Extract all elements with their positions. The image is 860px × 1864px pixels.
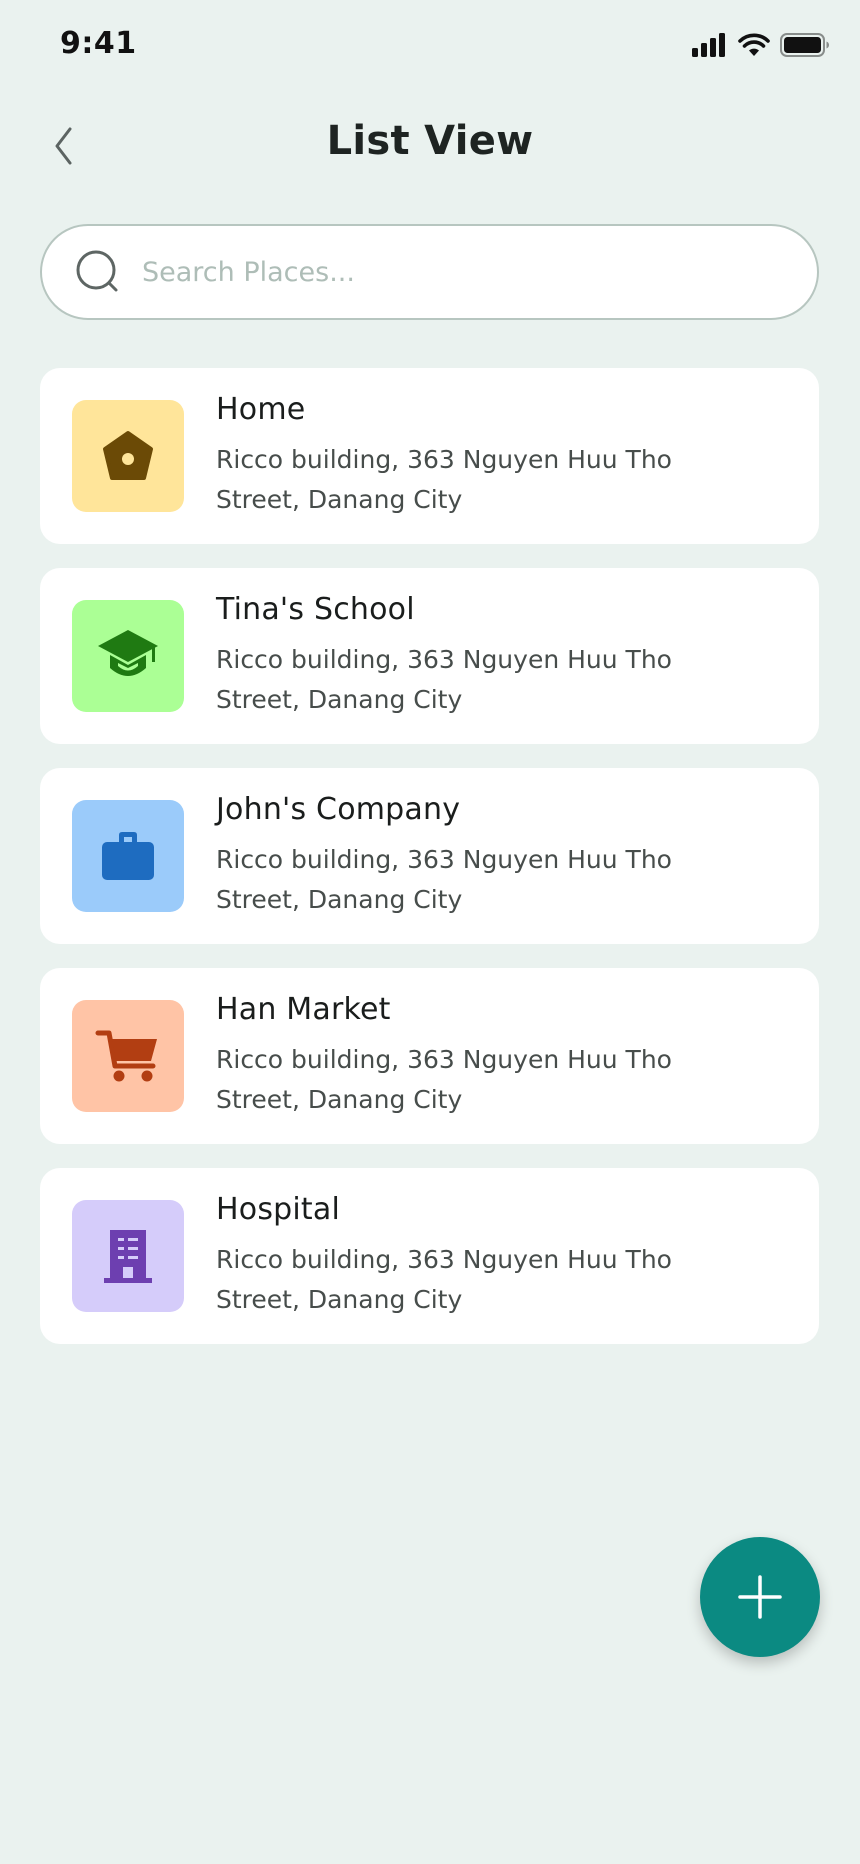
place-address: Ricco building, 363 Nguyen Huu Tho Stree… bbox=[216, 845, 672, 914]
add-place-button[interactable] bbox=[700, 1537, 820, 1657]
home-icon bbox=[103, 431, 153, 480]
place-icon-tile bbox=[72, 1000, 184, 1112]
search-bar[interactable] bbox=[40, 224, 819, 320]
place-name: Tina's School bbox=[216, 592, 415, 627]
place-icon-tile bbox=[72, 1200, 184, 1312]
shopping-cart-icon bbox=[95, 1030, 157, 1082]
place-card-hospital[interactable]: Hospital Ricco building, 363 Nguyen Huu … bbox=[40, 1168, 819, 1344]
status-icons bbox=[692, 32, 830, 58]
place-card-han-market[interactable]: Han Market Ricco building, 363 Nguyen Hu… bbox=[40, 968, 819, 1144]
place-list: Home Ricco building, 363 Nguyen Huu Tho … bbox=[40, 368, 819, 1344]
place-card-tinas-school[interactable]: Tina's School Ricco building, 363 Nguyen… bbox=[40, 568, 819, 744]
place-card-johns-company[interactable]: John's Company Ricco building, 363 Nguye… bbox=[40, 768, 819, 944]
search-icon bbox=[76, 250, 118, 292]
header: List View bbox=[0, 110, 860, 182]
graduation-cap-icon bbox=[98, 630, 158, 676]
wifi-icon bbox=[738, 33, 770, 56]
hospital-building-icon bbox=[104, 1230, 152, 1283]
plus-icon bbox=[738, 1575, 782, 1619]
place-address: Ricco building, 363 Nguyen Huu Tho Stree… bbox=[216, 445, 672, 514]
status-time: 9:41 bbox=[60, 26, 137, 61]
place-name: Home bbox=[216, 392, 306, 427]
place-name: Hospital bbox=[216, 1192, 341, 1227]
page-title: List View bbox=[326, 118, 534, 164]
briefcase-icon bbox=[102, 832, 154, 880]
place-icon-tile bbox=[72, 600, 184, 712]
place-address: Ricco building, 363 Nguyen Huu Tho Stree… bbox=[216, 645, 672, 714]
place-icon-tile bbox=[72, 800, 184, 912]
place-name: Han Market bbox=[216, 992, 391, 1027]
battery-icon bbox=[780, 33, 829, 57]
place-card-home[interactable]: Home Ricco building, 363 Nguyen Huu Tho … bbox=[40, 368, 819, 544]
place-address: Ricco building, 363 Nguyen Huu Tho Stree… bbox=[216, 1245, 672, 1314]
place-address: Ricco building, 363 Nguyen Huu Tho Stree… bbox=[216, 1045, 672, 1114]
cellular-signal-icon bbox=[692, 33, 725, 57]
search-input[interactable] bbox=[142, 242, 782, 302]
place-name: John's Company bbox=[216, 792, 461, 827]
status-bar: 9:41 bbox=[0, 0, 860, 92]
place-icon-tile bbox=[72, 400, 184, 512]
